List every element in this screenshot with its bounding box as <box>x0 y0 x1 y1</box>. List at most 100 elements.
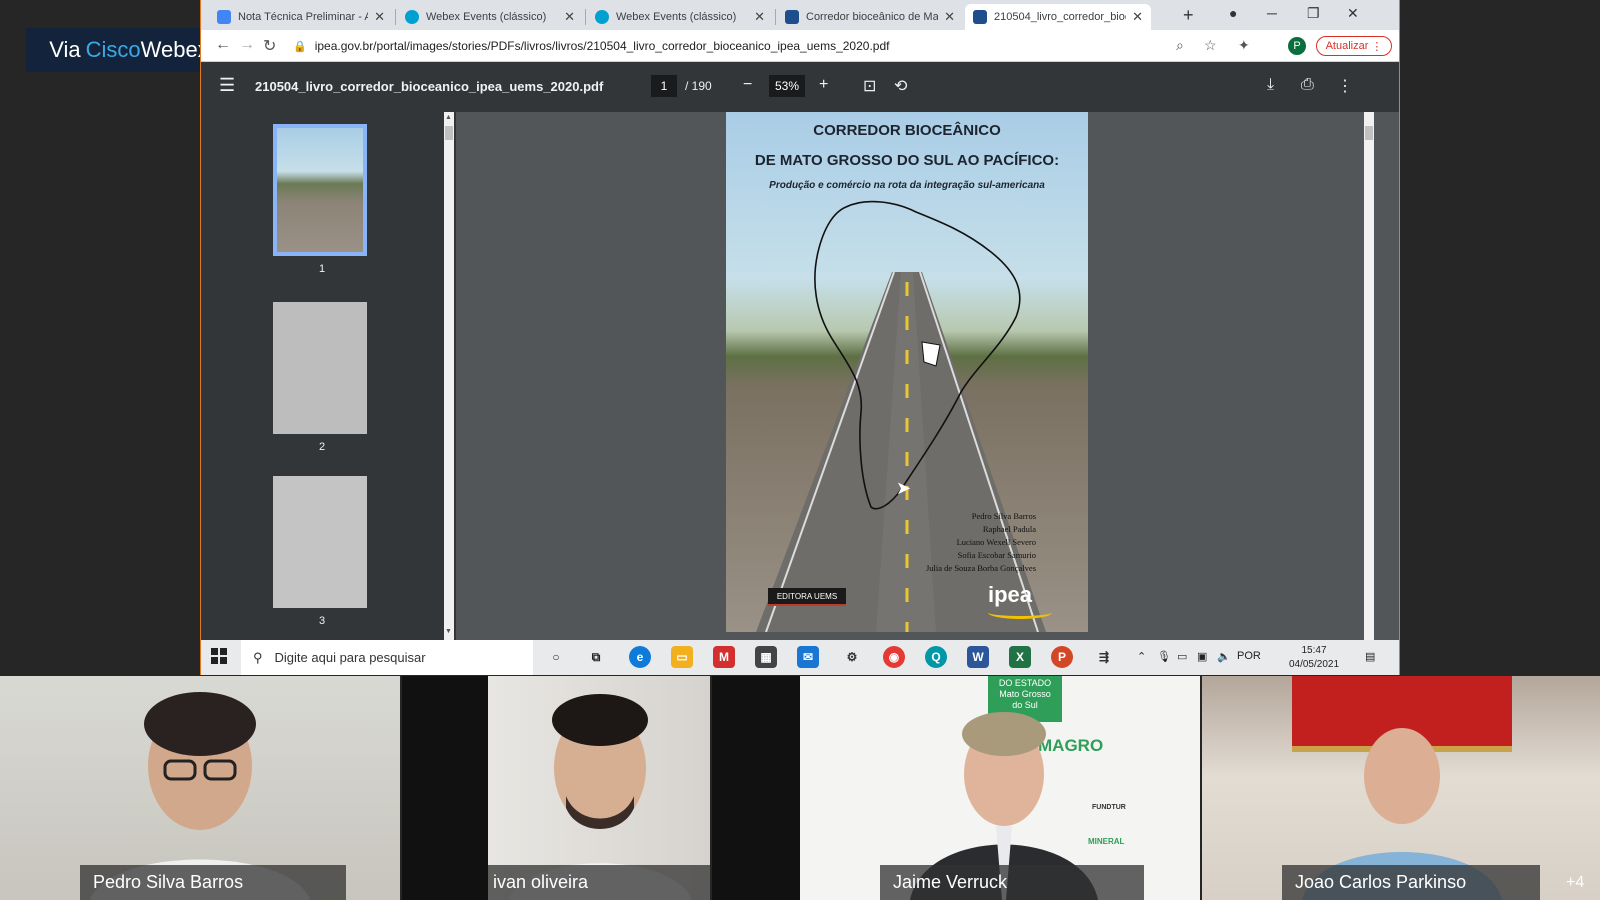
tab-search-icon[interactable]: ● <box>1229 5 1237 21</box>
author-name: Julia de Souza Borba Gonçalves <box>926 563 1036 573</box>
profile-avatar[interactable]: P <box>1288 37 1306 55</box>
webex-webex: Webex <box>140 37 209 62</box>
notifications-icon[interactable]: ▤ <box>1365 650 1375 663</box>
excel-icon[interactable]: X <box>1009 646 1031 668</box>
extensions-icon[interactable]: ✦ <box>1238 37 1250 54</box>
tab-nota-tecnica[interactable]: Nota Técnica Preliminar - AC ✕ <box>209 4 393 30</box>
print-icon[interactable]: ⎙ <box>1301 76 1314 94</box>
ipea-icon <box>973 10 987 24</box>
store-icon[interactable]: ▦ <box>755 646 777 668</box>
tab-webex-events-1[interactable]: Webex Events (clássico) ✕ <box>397 4 583 30</box>
viewer-scrollbar[interactable] <box>1364 112 1374 640</box>
restore-button[interactable]: ❐ <box>1307 5 1320 22</box>
pdf-filename: 210504_livro_corredor_bioceanico_ipea_ue… <box>255 79 604 94</box>
tile-gap <box>402 676 488 900</box>
sidebar-scrollbar[interactable] <box>444 112 454 640</box>
tab-title: Corredor bioceânico de Mat <box>806 11 939 23</box>
close-icon[interactable]: ✕ <box>944 9 955 25</box>
fit-page-icon[interactable]: ⊡ <box>863 76 876 96</box>
participant-name: Joao Carlos Parkinso <box>1282 865 1540 900</box>
viewer-scroll-thumb[interactable] <box>1365 126 1373 140</box>
mcafee-icon[interactable]: M <box>713 646 735 668</box>
tab-pdf-active[interactable]: 210504_livro_corredor_bioce ✕ <box>965 4 1151 30</box>
close-icon[interactable]: ✕ <box>374 9 385 25</box>
page-number-input[interactable]: 1 <box>651 75 677 97</box>
pdf-viewer: CORREDOR BIOCEÂNICO DE MATO GROSSO DO SU… <box>456 112 1399 640</box>
language-indicator[interactable]: POR <box>1237 650 1261 662</box>
microphone-icon[interactable]: 🎙 <box>1157 650 1171 663</box>
close-icon[interactable]: ✕ <box>1132 9 1143 25</box>
thumbnail-number: 3 <box>318 615 326 627</box>
thumbnail-number: 1 <box>318 263 326 275</box>
thumbnail-page-3[interactable]: 3 <box>273 476 371 627</box>
participant-tile-ivan[interactable]: ivan oliveira <box>488 676 710 900</box>
scroll-up-icon[interactable]: ▲ <box>445 114 452 121</box>
cortana-icon[interactable]: ○ <box>545 646 567 668</box>
browser-tab-bar: Nota Técnica Preliminar - AC ✕ Webex Eve… <box>201 0 1399 30</box>
thumbnail-image <box>273 124 367 256</box>
url-input[interactable]: 🔒 ipea.gov.br/portal/images/stories/PDFs… <box>293 34 1298 58</box>
docs-icon <box>217 10 231 24</box>
tab-title: Webex Events (clássico) <box>426 11 547 23</box>
menu-icon[interactable]: ☰ <box>219 75 235 96</box>
zoom-level-input[interactable]: 53% <box>769 75 805 97</box>
cover-subtitle: Produção e comércio na rota da integraçã… <box>769 180 1045 191</box>
search-icon: ⚲ <box>253 649 263 665</box>
tab-title: Nota Técnica Preliminar - AC <box>238 11 369 23</box>
windows-start-icon[interactable] <box>211 648 227 669</box>
tray-chevron-icon[interactable]: ⌃ <box>1137 650 1146 663</box>
battery-icon[interactable]: ▭ <box>1177 650 1187 663</box>
bookmark-star-icon[interactable]: ☆ <box>1204 37 1217 54</box>
network-app-icon[interactable]: ⇶ <box>1093 646 1115 668</box>
tab-webex-events-2[interactable]: Webex Events (clássico) ✕ <box>587 4 773 30</box>
zoom-out-button[interactable]: − <box>743 76 752 94</box>
zoom-in-button[interactable]: + <box>819 76 828 94</box>
tab-corredor-bioceanico[interactable]: Corredor bioceânico de Mat ✕ <box>777 4 963 30</box>
settings-gear-icon[interactable]: ⚙ <box>841 646 863 668</box>
zoom-icon[interactable]: ⌕ <box>1176 37 1184 54</box>
new-tab-button[interactable]: + <box>1183 5 1194 26</box>
close-icon[interactable]: ✕ <box>754 9 765 25</box>
close-icon[interactable]: ✕ <box>564 9 575 25</box>
close-window-button[interactable]: ✕ <box>1347 5 1359 22</box>
participant-tile-jaime[interactable]: DO ESTADO Mato Grosso do Sul MAGRO FUNDT… <box>800 676 1200 900</box>
pdf-toolbar: ☰ 210504_livro_corredor_bioceanico_ipea_… <box>201 62 1399 112</box>
lock-icon: 🔒 <box>293 40 307 53</box>
participant-tile-joao[interactable]: Joao Carlos Parkinso <box>1202 676 1600 900</box>
word-icon[interactable]: W <box>967 646 989 668</box>
author-name: Pedro Silva Barros <box>971 511 1036 521</box>
windows-taskbar: ⚲ Digite aqui para pesquisar ○ ⧉ e ▭ M ▦… <box>201 640 1399 675</box>
thumbnail-page-2[interactable]: 2 <box>273 302 371 453</box>
reload-icon[interactable]: ↻ <box>263 36 276 56</box>
forward-icon[interactable]: → <box>239 36 255 54</box>
volume-icon[interactable]: 🔈 <box>1217 650 1231 663</box>
file-explorer-icon[interactable]: ▭ <box>671 646 693 668</box>
update-button[interactable]: Atualizar ⋮ <box>1316 36 1392 56</box>
ipea-logo: ipea <box>988 582 1033 607</box>
sidebar-scroll-thumb[interactable] <box>445 126 453 140</box>
shared-screen: Nota Técnica Preliminar - AC ✕ Webex Eve… <box>200 0 1400 675</box>
rotate-icon[interactable]: ⟲ <box>894 76 907 96</box>
download-icon[interactable]: ⤓ <box>1267 76 1274 94</box>
more-options-icon[interactable]: ⋮ <box>1337 76 1353 96</box>
participant-name: Jaime Verruck <box>880 865 1144 900</box>
network-icon[interactable]: ▣ <box>1197 650 1207 663</box>
webex-app-icon[interactable]: Q <box>925 646 947 668</box>
participant-tile-pedro[interactable]: Pedro Silva Barros <box>0 676 400 900</box>
back-icon[interactable]: ← <box>215 36 231 54</box>
minimize-button[interactable]: ─ <box>1267 5 1277 21</box>
thumbnail-image <box>273 476 367 608</box>
scroll-down-icon[interactable]: ▼ <box>445 628 452 635</box>
thumbnail-page-1[interactable]: 1 <box>273 124 371 275</box>
edge-icon[interactable]: e <box>629 646 651 668</box>
tab-separator <box>395 9 396 25</box>
mail-icon[interactable]: ✉ <box>797 646 819 668</box>
taskbar-clock[interactable]: 15:47 04/05/2021 <box>1287 644 1341 672</box>
powerpoint-icon[interactable]: P <box>1051 646 1073 668</box>
task-view-icon[interactable]: ⧉ <box>585 646 607 668</box>
taskbar-search-input[interactable]: ⚲ Digite aqui para pesquisar <box>241 640 533 675</box>
pdf-page[interactable]: CORREDOR BIOCEÂNICO DE MATO GROSSO DO SU… <box>726 112 1088 632</box>
more-participants-button[interactable]: +4 <box>1566 874 1584 892</box>
uems-logo: EDITORA UEMS <box>768 588 846 606</box>
chrome-icon[interactable]: ◉ <box>883 646 905 668</box>
